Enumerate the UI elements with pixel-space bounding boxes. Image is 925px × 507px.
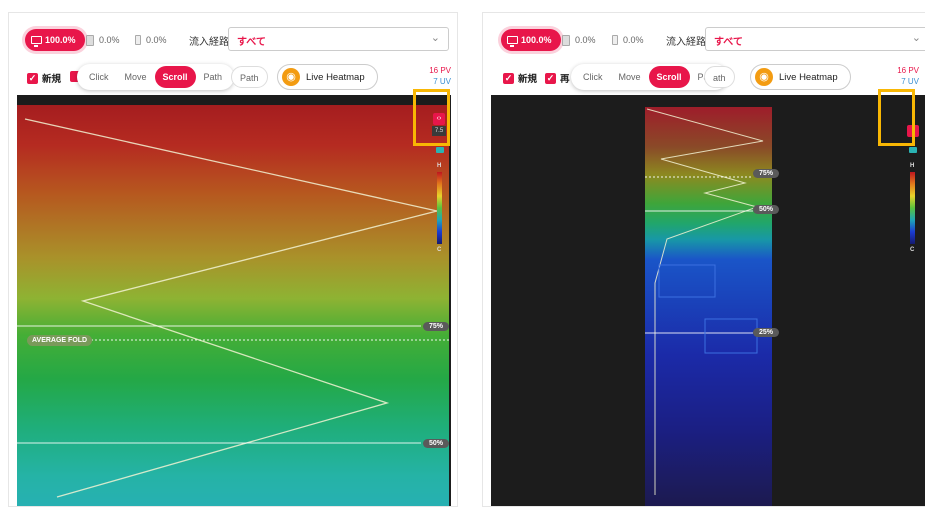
fold-marker-25: 25% — [753, 328, 780, 337]
mode-scroll[interactable]: Scroll — [648, 66, 690, 88]
fold-marker-50: 50% — [423, 439, 450, 448]
scroll-depth-lines — [645, 108, 764, 495]
live-heatmap-icon: ◉ — [282, 68, 300, 86]
device-desktop-button[interactable]: 100.0% — [501, 29, 561, 51]
heat-legend-bar — [910, 172, 915, 244]
legend-cap — [909, 147, 917, 153]
check-icon: ✓ — [503, 72, 514, 84]
heat-legend-bar — [437, 172, 442, 244]
page-stats: 16 PV 7 UV — [429, 65, 451, 87]
monitor-icon — [31, 36, 42, 47]
mode-click[interactable]: Click — [81, 66, 117, 88]
device-mobile-button[interactable]: 0.0% — [612, 29, 644, 51]
mode-switcher: Click Move Scroll Path — [77, 64, 235, 90]
heatmap-panel-left: 100.0% 0.0% 0.0% 流入経路 すべて ⌄ ✓ 新規 Click M… — [8, 12, 458, 507]
average-fold-label: AVERAGE FOLD — [27, 335, 93, 346]
mode-move[interactable]: Move — [611, 66, 649, 88]
filter-returning-checkbox[interactable]: ✓ 再 — [545, 71, 570, 85]
uv-count: 7 UV — [901, 77, 919, 86]
heatmap-viewport[interactable]: AVERAGE FOLD 75% 50% ‹› 7.5 H C — [17, 95, 451, 506]
page-stats: 16 PV 7 UV — [897, 65, 919, 87]
path-button[interactable]: ath — [704, 66, 735, 88]
heatmap-viewport[interactable]: 75% 50% 25% › H C — [491, 95, 925, 506]
fold-marker-75: 75% — [423, 322, 450, 331]
live-heatmap-icon: ◉ — [755, 68, 773, 86]
mode-click[interactable]: Click — [575, 66, 611, 88]
path-button[interactable]: Path — [231, 66, 268, 88]
chevron-down-icon: ⌄ — [430, 32, 440, 44]
mode-move[interactable]: Move — [117, 66, 155, 88]
source-select[interactable]: すべて ⌄ — [228, 27, 449, 51]
device-mobile-button[interactable]: 0.0% — [135, 29, 167, 51]
heatmap-panel-right: 100.0% 0.0% 0.0% 流入経路 すべて ⌄ ✓ 新規 ✓ 再 Cli… — [482, 12, 925, 507]
mobile-icon — [135, 35, 141, 45]
live-heatmap-button[interactable]: ◉ Live Heatmap — [750, 64, 851, 90]
tablet-icon — [562, 34, 570, 46]
mode-scroll[interactable]: Scroll — [154, 66, 196, 88]
pv-count: 16 PV — [429, 66, 451, 75]
device-tablet-button[interactable]: 0.0% — [562, 29, 596, 51]
legend-high-label: H — [437, 163, 442, 169]
device-tablet-button[interactable]: 0.0% — [86, 29, 120, 51]
live-heatmap-button[interactable]: ◉ Live Heatmap — [277, 64, 378, 90]
legend-cap — [436, 147, 444, 153]
filter-new-checkbox[interactable]: ✓ 新規 — [503, 71, 537, 85]
monitor-icon — [507, 36, 518, 47]
legend-low-label: C — [910, 247, 915, 253]
source-label: 流入経路 — [189, 37, 229, 48]
fold-marker-50: 50% — [753, 205, 780, 214]
mode-path[interactable]: Path — [196, 66, 231, 88]
highlight-box — [413, 89, 450, 146]
source-label: 流入経路 — [666, 37, 706, 48]
fold-marker-75: 75% — [753, 169, 780, 178]
legend-low-label: C — [437, 247, 442, 253]
heatmap-toolbar: 100.0% 0.0% 0.0% 流入経路 すべて ⌄ ✓ 新規 ✓ 再 Cli… — [483, 13, 925, 95]
check-icon: ✓ — [545, 72, 556, 84]
source-select[interactable]: すべて ⌄ — [705, 27, 925, 51]
legend-high-label: H — [910, 163, 915, 169]
chevron-down-icon: ⌄ — [911, 32, 921, 44]
heatmap-toolbar: 100.0% 0.0% 0.0% 流入経路 すべて ⌄ ✓ 新規 Click M… — [9, 13, 457, 95]
check-icon: ✓ — [27, 72, 38, 84]
tablet-icon — [86, 34, 94, 46]
device-desktop-button[interactable]: 100.0% — [25, 29, 85, 51]
pv-count: 16 PV — [897, 66, 919, 75]
scroll-depth-lines — [17, 118, 451, 498]
uv-count: 7 UV — [433, 77, 451, 86]
filter-new-checkbox[interactable]: ✓ 新規 — [27, 71, 61, 85]
mobile-icon — [612, 35, 618, 45]
highlight-box — [878, 89, 915, 146]
